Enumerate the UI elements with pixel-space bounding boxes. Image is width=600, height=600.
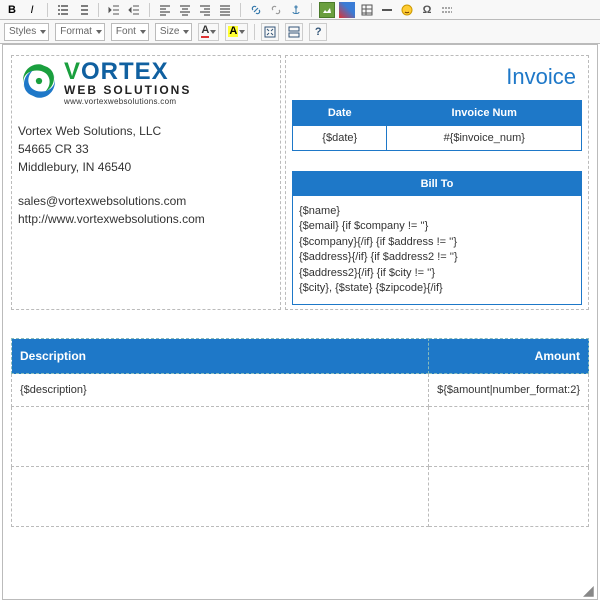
font-dropdown[interactable]: Font xyxy=(111,23,149,41)
toolbar-separator xyxy=(254,24,255,40)
flash-button[interactable] xyxy=(339,2,355,18)
description-header: Description xyxy=(12,339,429,374)
company-addr1: 54665 CR 33 xyxy=(18,140,274,158)
description-cell-empty xyxy=(12,467,429,527)
line-items-table[interactable]: Description Amount {$description} ${$amo… xyxy=(11,338,589,527)
company-website: http://www.vortexwebsolutions.com xyxy=(18,210,274,228)
company-logo: VORTEX WEB SOLUTIONS www.vortexwebsoluti… xyxy=(18,60,274,106)
brand-url: www.vortexwebsolutions.com xyxy=(64,98,191,106)
align-center-button[interactable] xyxy=(177,2,193,18)
chevron-down-icon xyxy=(96,30,102,34)
font-label: Font xyxy=(116,26,136,37)
align-right-button[interactable] xyxy=(197,2,213,18)
align-justify-button[interactable] xyxy=(217,2,233,18)
link-button[interactable] xyxy=(248,2,264,18)
toolbar-separator xyxy=(47,3,48,17)
editor-toolbar-top: B I Ω xyxy=(0,0,600,20)
letter-a-icon: A xyxy=(201,25,209,38)
company-addr2: Middlebury, IN 46540 xyxy=(18,158,274,176)
amount-cell: ${$amount|number_format:2} xyxy=(429,374,589,407)
chevron-down-icon xyxy=(210,30,216,34)
invoice-num-value: #{$invoice_num} xyxy=(387,126,582,151)
outdent-button[interactable] xyxy=(106,2,122,18)
amount-header: Amount xyxy=(429,339,589,374)
toolbar-separator xyxy=(311,3,312,17)
smiley-button[interactable] xyxy=(399,2,415,18)
format-label: Format xyxy=(60,26,92,37)
hr-button[interactable] xyxy=(379,2,395,18)
bill-to-box: Bill To {$name} {$email} {if $company !=… xyxy=(292,171,582,305)
size-label: Size xyxy=(160,26,179,37)
description-cell: {$description} xyxy=(12,374,429,407)
date-header: Date xyxy=(293,101,387,126)
amount-cell-empty xyxy=(429,467,589,527)
special-char-button[interactable]: Ω xyxy=(419,2,435,18)
company-address-block: Vortex Web Solutions, LLC 54665 CR 33 Mi… xyxy=(18,122,274,176)
numbered-list-button[interactable] xyxy=(75,2,91,18)
table-row[interactable]: {$description} ${$amount|number_format:2… xyxy=(12,374,589,407)
company-info-cell[interactable]: VORTEX WEB SOLUTIONS www.vortexwebsoluti… xyxy=(11,55,281,310)
chevron-down-icon xyxy=(140,30,146,34)
page-break-button[interactable] xyxy=(439,2,455,18)
toolbar-separator xyxy=(149,3,150,17)
resize-grip-icon[interactable]: ◢ xyxy=(583,585,595,597)
unlink-button[interactable] xyxy=(268,2,284,18)
indent-button[interactable] xyxy=(126,2,142,18)
brand-sub: WEB SOLUTIONS xyxy=(64,84,191,96)
invoice-num-header: Invoice Num xyxy=(387,101,582,126)
text-color-button[interactable]: A xyxy=(198,23,219,41)
bill-to-body: {$name} {$email} {if $company != ''} {$c… xyxy=(293,196,581,304)
show-blocks-button[interactable] xyxy=(285,23,303,41)
brand-rest: ORTEX xyxy=(81,58,169,85)
toolbar-separator xyxy=(240,3,241,17)
size-dropdown[interactable]: Size xyxy=(155,23,192,41)
italic-button[interactable]: I xyxy=(24,2,40,18)
brand-letter-v: V xyxy=(64,58,81,85)
list-button[interactable] xyxy=(55,2,71,18)
letter-a-highlight-icon: A xyxy=(228,26,238,37)
invoice-meta-cell[interactable]: Invoice Date Invoice Num {$date} #{$invo… xyxy=(285,55,589,310)
table-row[interactable] xyxy=(12,407,589,467)
styles-dropdown[interactable]: Styles xyxy=(4,23,49,41)
anchor-button[interactable] xyxy=(288,2,304,18)
company-contact-block: sales@vortexwebsolutions.com http://www.… xyxy=(18,192,274,228)
chevron-down-icon xyxy=(40,30,46,34)
styles-label: Styles xyxy=(9,26,36,37)
toolbar-separator xyxy=(98,3,99,17)
image-button[interactable] xyxy=(319,2,335,18)
description-cell-empty xyxy=(12,407,429,467)
bill-to-header: Bill To xyxy=(293,172,581,196)
table-row[interactable] xyxy=(12,467,589,527)
chevron-down-icon xyxy=(239,30,245,34)
vortex-swirl-icon xyxy=(18,60,60,102)
about-button[interactable]: ? xyxy=(309,23,327,41)
date-value: {$date} xyxy=(293,126,387,151)
amount-cell-empty xyxy=(429,407,589,467)
maximize-button[interactable] xyxy=(261,23,279,41)
bold-button[interactable]: B xyxy=(4,2,20,18)
editor-content-area[interactable]: VORTEX WEB SOLUTIONS www.vortexwebsoluti… xyxy=(2,44,598,600)
format-dropdown[interactable]: Format xyxy=(55,23,105,41)
company-email: sales@vortexwebsolutions.com xyxy=(18,192,274,210)
table-button[interactable] xyxy=(359,2,375,18)
align-left-button[interactable] xyxy=(157,2,173,18)
company-name: Vortex Web Solutions, LLC xyxy=(18,122,274,140)
invoice-meta-table: Date Invoice Num {$date} #{$invoice_num} xyxy=(292,100,582,151)
chevron-down-icon xyxy=(183,30,189,34)
invoice-title: Invoice xyxy=(292,60,582,100)
background-color-button[interactable]: A xyxy=(225,23,248,41)
editor-toolbar-bottom: Styles Format Font Size A A ? xyxy=(0,20,600,44)
